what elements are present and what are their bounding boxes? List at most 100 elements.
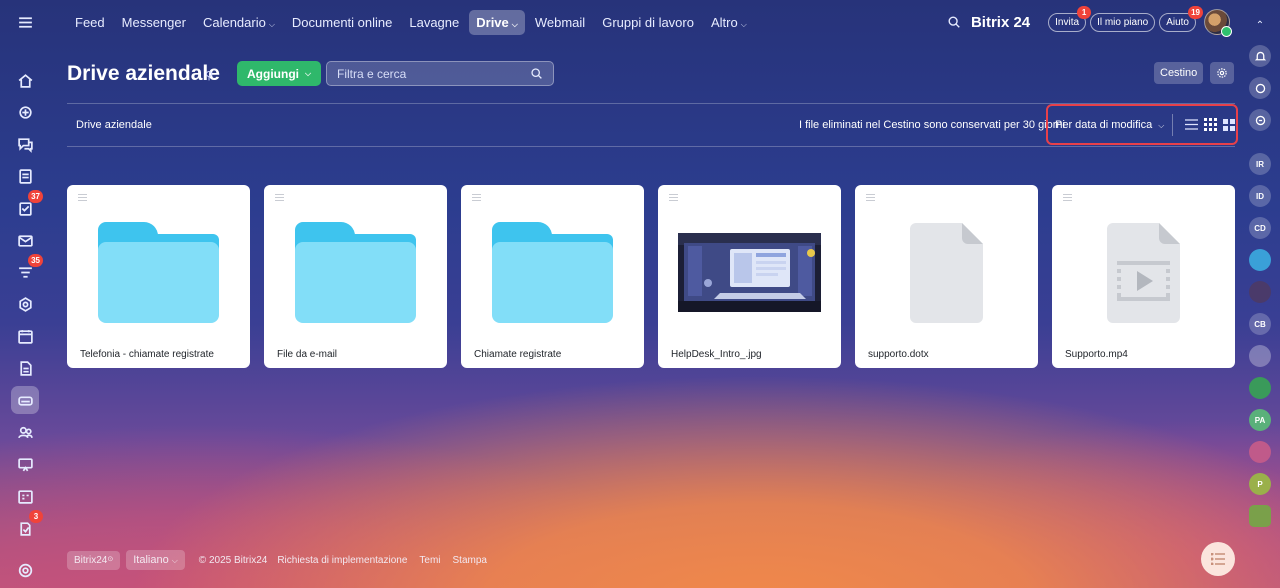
documents-icon[interactable] [11,354,39,382]
left-sidebar: 37 35 3 [0,0,50,588]
tasks-check-avatar[interactable] [1249,505,1271,527]
menu-icon[interactable] [11,8,39,36]
contacts-icon[interactable] [11,418,39,446]
list-view-icon[interactable] [1184,117,1198,133]
feed-icon[interactable] [11,162,39,190]
contact-avatar-id[interactable]: ID [1249,185,1271,207]
footer-link-print[interactable]: Stampa [453,555,487,566]
settings-button[interactable] [1210,62,1234,84]
chat-icon[interactable] [11,130,39,158]
nav-item-documenti-online[interactable]: Documenti online [285,10,399,35]
online-status-icon [1221,26,1232,37]
small-grid-view-icon[interactable] [1203,117,1217,133]
file-card-folder[interactable]: Telefonia - chiamate registrate [67,185,250,368]
brand-logo[interactable]: Bitrix 24 [971,14,1030,31]
sort-dropdown[interactable]: Per data di modifica ⌵ [1055,119,1164,131]
document-icon [910,223,983,323]
mail-icon[interactable] [11,226,39,254]
group-avatar-green[interactable] [1249,377,1271,399]
search-icon[interactable] [947,15,961,29]
nav-item-calendario[interactable]: Calendario ⌵ [196,10,282,35]
file-card-image[interactable]: HelpDesk_Intro_.jpg [658,185,841,368]
invite-button[interactable]: Invita 1 [1048,5,1092,32]
nav-item-lavagne[interactable]: Lavagne [402,10,466,35]
image-thumbnail [678,233,821,312]
sort-and-view-controls: Per data di modifica ⌵ [1046,104,1238,145]
list-icon [1211,553,1225,565]
presentation-icon[interactable] [11,450,39,478]
settings-gear-icon[interactable] [11,556,39,584]
drag-handle-icon[interactable] [866,194,875,203]
user-avatar[interactable] [1204,9,1232,37]
help-button[interactable]: Aiuto 19 [1159,5,1203,32]
my-plan-button[interactable]: Il mio piano [1090,12,1156,32]
search-icon[interactable] [530,67,543,80]
drag-handle-icon[interactable] [669,194,678,203]
drag-handle-icon[interactable] [275,194,284,203]
chevron-down-icon: ⌵ [304,68,312,78]
contact-avatar-cd[interactable]: CD [1249,217,1271,239]
right-sidebar: ⌃ IR ID CD CB PA P [1240,0,1280,588]
ai-sparkle-icon[interactable] [11,98,39,126]
copilot-icon[interactable] [1249,77,1271,99]
schedule-icon[interactable] [11,482,39,510]
large-grid-view-icon[interactable] [1222,117,1236,133]
nav-item-altro[interactable]: Altro ⌵ [704,10,754,35]
contact-avatar-p[interactable]: P [1249,473,1271,495]
contact-photo-avatar[interactable] [1249,281,1271,303]
folder-icon [295,222,416,323]
help-badge: 19 [1188,5,1203,19]
footer-link-implementation[interactable]: Richiesta di implementazione [277,555,407,566]
drag-handle-icon[interactable] [78,194,87,203]
search-field[interactable] [326,61,554,86]
breadcrumb[interactable]: Drive aziendale [76,119,152,131]
chevron-down-icon: ⌵ [740,19,747,29]
search-chat-icon[interactable] [1249,109,1271,131]
invite-badge: 1 [1077,5,1092,19]
notifications-bell-icon[interactable] [1249,45,1271,67]
nav-item-messenger[interactable]: Messenger [115,10,193,35]
file-card-video[interactable]: Supporto.mp4 [1052,185,1235,368]
chevron-down-icon: ⌵ [1158,120,1165,130]
tasks-icon[interactable]: 37 [11,190,43,222]
quick-actions-button[interactable] [1201,542,1235,576]
video-file-icon [1107,223,1180,323]
file-name: HelpDesk_Intro_.jpg [671,349,762,360]
trash-button[interactable]: Cestino [1154,62,1204,84]
add-button[interactable]: Aggiungi ⌵ [237,61,322,86]
top-right-tools: Bitrix 24 Invita 1 Il mio piano Aiuto 19 [947,0,1232,44]
trash-retention-note: I file eliminati nel Cestino sono conser… [799,119,1065,131]
nav-item-feed[interactable]: Feed [68,10,112,35]
tasks-badge: 37 [28,190,43,203]
nav-item-gruppi-di-lavoro[interactable]: Gruppi di lavoro [595,10,701,35]
contact-avatar-cb[interactable]: CB [1249,313,1271,335]
collapse-arrow-icon[interactable]: ⌃ [1256,20,1264,31]
file-card-folder[interactable]: Chiamate registrate [461,185,644,368]
crm-funnel-icon[interactable]: 35 [11,254,43,286]
footer-brand[interactable]: Bitrix24⊙ [67,550,121,570]
file-card-folder[interactable]: File da e-mail [264,185,447,368]
group-avatar[interactable] [1249,345,1271,367]
chat-avatar[interactable] [1249,249,1271,271]
folder-icon [98,222,219,323]
footer-link-themes[interactable]: Temi [419,555,440,566]
nav-item-drive[interactable]: Drive ⌵ [469,9,525,35]
page-title: Drive aziendale [67,62,220,85]
home-icon[interactable] [11,66,39,94]
drag-handle-icon[interactable] [472,194,481,203]
search-input[interactable] [337,66,517,81]
file-name: Telefonia - chiamate registrate [80,349,214,360]
pin-icon[interactable]: ⚲ [205,69,213,82]
sites-icon[interactable] [11,290,39,318]
drag-handle-icon[interactable] [1063,194,1072,203]
drive-icon[interactable] [11,386,39,414]
channel-avatar[interactable] [1249,441,1271,463]
calendar-icon[interactable] [11,322,39,350]
chevron-down-icon: ⌵ [171,556,178,565]
nav-item-webmail[interactable]: Webmail [528,10,592,35]
language-selector[interactable]: Italiano ⌵ [126,550,185,570]
workflow-icon[interactable]: 3 [11,510,43,542]
contact-avatar-ir[interactable]: IR [1249,153,1271,175]
contact-avatar-pa[interactable]: PA [1249,409,1271,431]
file-card-doc[interactable]: supporto.dotx [855,185,1038,368]
